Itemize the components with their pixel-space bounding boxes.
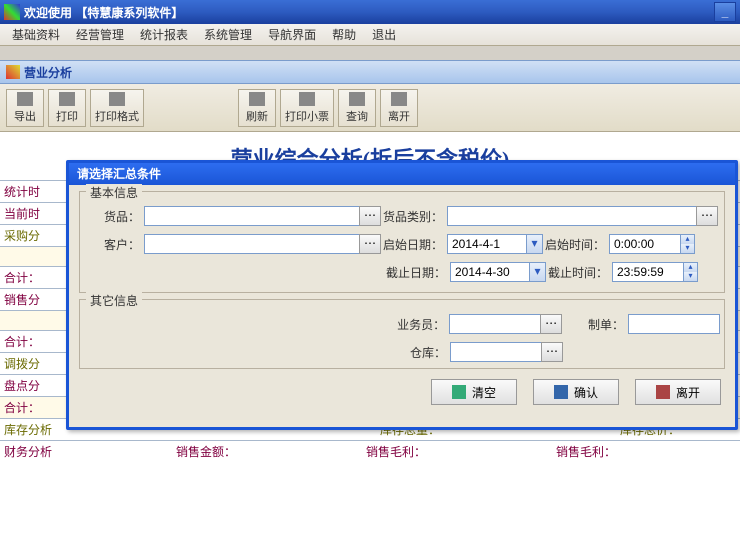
- basic-info-group: 基本信息 货品： ⋯ 货品类别： ⋯ 客户： ⋯ 启始日期： 2014-4-1▾…: [79, 191, 725, 293]
- clear-icon: [452, 385, 466, 399]
- ok-button[interactable]: 确认: [533, 379, 619, 405]
- end-time-spinner[interactable]: 23:59:59▴▾: [612, 262, 698, 282]
- product-picker-button[interactable]: ⋯: [359, 206, 381, 226]
- refresh-icon: [249, 92, 265, 106]
- warehouse-picker-button[interactable]: ⋯: [541, 342, 563, 362]
- other-info-legend: 其它信息: [86, 292, 142, 309]
- product-cat-input[interactable]: [447, 206, 697, 226]
- end-time-label: 截止时间：: [546, 264, 612, 281]
- maker-input[interactable]: [628, 314, 720, 334]
- product-cat-picker-button[interactable]: ⋯: [696, 206, 718, 226]
- chevron-down-icon: ▾: [526, 235, 542, 253]
- menu-exit[interactable]: 退出: [364, 26, 404, 43]
- product-input[interactable]: [144, 206, 360, 226]
- menu-basic[interactable]: 基础资料: [4, 26, 68, 43]
- salesman-input[interactable]: [449, 314, 541, 334]
- subwindow-icon: [6, 65, 20, 79]
- clear-button[interactable]: 清空: [431, 379, 517, 405]
- warehouse-input[interactable]: [450, 342, 542, 362]
- exit-icon: [391, 92, 407, 106]
- exit-icon: [656, 385, 670, 399]
- printfmt-button[interactable]: 打印格式: [90, 89, 144, 127]
- start-time-spinner[interactable]: 0:00:00▴▾: [609, 234, 695, 254]
- menu-nav[interactable]: 导航界面: [260, 26, 324, 43]
- salesman-label: 业务员：: [383, 316, 449, 333]
- maker-label: 制单：: [562, 316, 628, 333]
- grid-icon: [109, 92, 125, 106]
- minimize-button[interactable]: _: [714, 2, 736, 22]
- end-date-label: 截止日期：: [384, 264, 450, 281]
- menubar: 基础资料 经营管理 统计报表 系统管理 导航界面 帮助 退出: [0, 24, 740, 46]
- row-finance: 财务分析 销售金额： 销售毛利： 销售毛利：: [0, 440, 740, 462]
- toolbar: 导出 打印 打印格式 刷新 打印小票 查询 离开: [0, 84, 740, 132]
- customer-picker-button[interactable]: ⋯: [359, 234, 381, 254]
- chevron-down-icon: ▾: [529, 263, 545, 281]
- customer-label: 客户：: [84, 236, 144, 253]
- end-date-combo[interactable]: 2014-4-30▾: [450, 262, 546, 282]
- printslip-button[interactable]: 打印小票: [280, 89, 334, 127]
- app-icon: [4, 4, 20, 20]
- export-icon: [17, 92, 33, 106]
- window-title: 欢迎使用 【特慧康系列软件】: [24, 4, 183, 21]
- start-date-combo[interactable]: 2014-4-1▾: [447, 234, 543, 254]
- subwindow-title: 营业分析: [24, 64, 72, 81]
- start-date-label: 启始日期：: [381, 236, 447, 253]
- leave-button[interactable]: 离开: [380, 89, 418, 127]
- dialog-buttons: 清空 确认 离开: [69, 375, 735, 405]
- start-time-label: 启始时间：: [543, 236, 609, 253]
- search-icon: [349, 92, 365, 106]
- customer-input[interactable]: [144, 234, 360, 254]
- confirm-icon: [554, 385, 568, 399]
- basic-info-legend: 基本信息: [86, 184, 142, 201]
- filter-dialog: 请选择汇总条件 基本信息 货品： ⋯ 货品类别： ⋯ 客户： ⋯ 启始日期： 2…: [66, 160, 738, 430]
- spin-down-icon[interactable]: ▾: [680, 244, 694, 253]
- salesman-picker-button[interactable]: ⋯: [540, 314, 562, 334]
- warehouse-label: 仓库：: [384, 344, 450, 361]
- other-info-group: 其它信息 业务员： ⋯ 制单： 仓库： ⋯: [79, 299, 725, 369]
- subwindow-header: 营业分析: [0, 60, 740, 84]
- menu-reports[interactable]: 统计报表: [132, 26, 196, 43]
- print-button[interactable]: 打印: [48, 89, 86, 127]
- printer-icon: [299, 92, 315, 106]
- query-button[interactable]: 查询: [338, 89, 376, 127]
- print-icon: [59, 92, 75, 106]
- menu-system[interactable]: 系统管理: [196, 26, 260, 43]
- product-label: 货品：: [84, 208, 144, 225]
- refresh-button[interactable]: 刷新: [238, 89, 276, 127]
- product-cat-label: 货品类别：: [381, 208, 447, 225]
- menu-business[interactable]: 经营管理: [68, 26, 132, 43]
- exit-button[interactable]: 离开: [635, 379, 721, 405]
- export-button[interactable]: 导出: [6, 89, 44, 127]
- menu-help[interactable]: 帮助: [324, 26, 364, 43]
- titlebar: 欢迎使用 【特慧康系列软件】 _: [0, 0, 740, 24]
- dialog-title: 请选择汇总条件: [69, 163, 735, 185]
- spin-down-icon[interactable]: ▾: [683, 272, 697, 281]
